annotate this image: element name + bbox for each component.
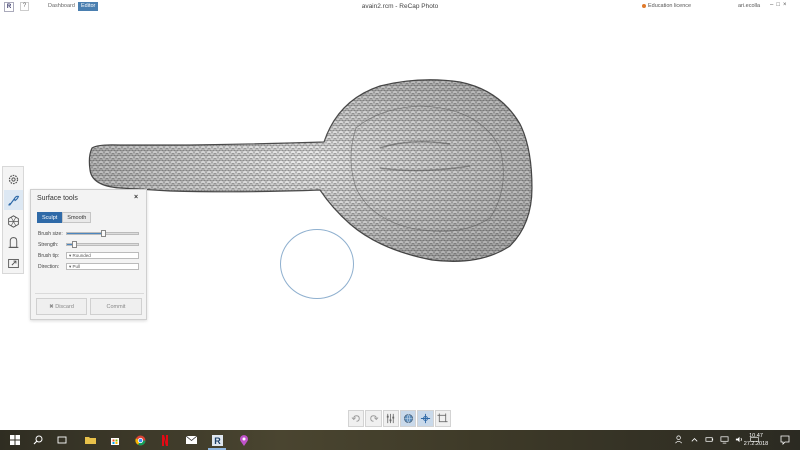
discard-button[interactable]: ✖ Discard	[36, 298, 87, 315]
store-button[interactable]	[108, 433, 122, 447]
clock-time: 10.47	[749, 433, 763, 439]
brush-icon	[8, 195, 20, 206]
task-view-button[interactable]	[55, 433, 69, 447]
education-icon	[642, 4, 646, 8]
title-bar: R ? Dashboard Editor avain2.rcm - ReCap …	[0, 0, 800, 13]
mail-button[interactable]	[184, 433, 198, 447]
strength-label: Strength:	[38, 242, 59, 248]
undo-button[interactable]	[348, 410, 365, 427]
people-icon[interactable]	[675, 435, 684, 444]
redo-icon	[370, 415, 379, 422]
sphere-view-button[interactable]	[399, 410, 417, 427]
panel-divider	[35, 293, 144, 294]
mesh-tools-button[interactable]	[4, 211, 23, 231]
settings-button[interactable]	[4, 169, 23, 189]
search-button[interactable]	[31, 433, 45, 447]
chevron-up-icon[interactable]	[690, 435, 699, 444]
direction-value: Pull	[72, 264, 81, 269]
maximize-icon[interactable]: □	[776, 2, 783, 8]
netflix-icon	[162, 434, 168, 446]
svg-text:R: R	[214, 436, 221, 446]
mail-icon	[185, 436, 197, 444]
sphere-view-icon	[403, 414, 413, 423]
store-icon	[111, 438, 119, 445]
frame-button[interactable]	[434, 410, 451, 427]
maps-pin-icon	[240, 434, 248, 446]
smooth-mode-button[interactable]: Smooth	[62, 212, 92, 223]
frame-icon	[437, 413, 448, 423]
strength-slider[interactable]	[66, 241, 139, 248]
bottom-toolbar	[348, 410, 452, 428]
discard-label: Discard	[55, 304, 74, 310]
brush-size-label: Brush size:	[38, 231, 63, 237]
close-window-icon[interactable]: ×	[783, 2, 790, 8]
file-explorer-icon	[84, 437, 96, 444]
panel-title: Surface tools	[37, 195, 78, 202]
mode-toggle: Sculpt Smooth	[37, 212, 92, 223]
user-name[interactable]: ari.ecolla	[738, 3, 760, 9]
battery-icon[interactable]	[705, 435, 714, 444]
left-toolbar	[2, 166, 24, 274]
search-icon	[33, 435, 43, 445]
undo-icon	[351, 415, 360, 422]
commit-button[interactable]: Commit	[90, 298, 142, 315]
close-icon[interactable]: ×	[134, 194, 138, 201]
brush-size-thumb[interactable]	[100, 230, 106, 237]
task-view-icon	[57, 436, 67, 444]
settings-icon	[8, 174, 19, 184]
brush-size-slider[interactable]	[66, 230, 139, 237]
recap-photo-window: R ? Dashboard Editor avain2.rcm - ReCap …	[0, 0, 800, 450]
measure-icon	[8, 236, 19, 248]
export-icon	[8, 258, 19, 268]
brush-cursor	[280, 229, 354, 299]
move-icon	[420, 413, 431, 424]
export-button[interactable]	[4, 253, 23, 273]
measure-button[interactable]	[4, 232, 23, 252]
windows-taskbar: R 10.47 27.2.2018	[0, 430, 800, 450]
redo-button[interactable]	[365, 410, 382, 427]
move-button[interactable]	[417, 410, 434, 427]
direction-label: Direction:	[38, 264, 60, 270]
maps-button[interactable]	[237, 433, 251, 447]
start-button[interactable]	[8, 433, 22, 447]
sculpt-mode-button[interactable]: Sculpt	[37, 212, 63, 223]
recap-app-button[interactable]: R	[208, 433, 226, 450]
brush-size-fill	[67, 233, 103, 234]
mesh-icon	[8, 214, 19, 228]
notification-icon	[780, 435, 790, 445]
adjust-icon	[387, 413, 395, 424]
windows-start-icon	[10, 435, 20, 445]
direction-dropdown[interactable]: ▾ Pull	[66, 263, 139, 270]
adjust-button[interactable]	[382, 410, 399, 427]
file-explorer-button[interactable]	[83, 433, 97, 447]
brush-tip-value: Rounded	[72, 253, 91, 258]
brush-tip-dropdown[interactable]: ▾ Rounded	[66, 252, 139, 259]
network-icon[interactable]	[720, 435, 729, 444]
chrome-icon	[134, 435, 145, 445]
license-label[interactable]: Education licence	[648, 3, 691, 9]
window-controls[interactable]: –□×	[770, 2, 789, 8]
netflix-button[interactable]	[158, 433, 172, 447]
surface-tools-button[interactable]	[4, 190, 23, 210]
notifications-button[interactable]	[778, 433, 792, 447]
chrome-button[interactable]	[133, 433, 147, 447]
surface-tools-panel: Surface tools × Sculpt Smooth Brush size…	[30, 189, 147, 320]
clock-date: 27.2.2018	[743, 441, 769, 447]
brush-tip-label: Brush tip:	[38, 253, 60, 259]
recap-icon: R	[211, 434, 223, 446]
clock[interactable]: 10.47 27.2.2018	[742, 432, 770, 448]
strength-thumb[interactable]	[72, 241, 78, 248]
